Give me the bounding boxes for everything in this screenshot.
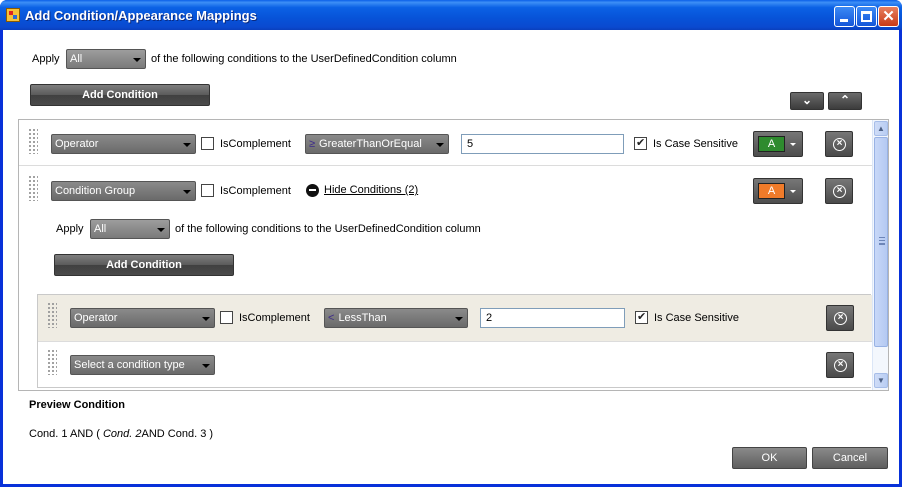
remove-condition-icon: × (834, 359, 847, 372)
appearance-swatch: A (758, 136, 785, 152)
dialog-body: Apply All of the following conditions to… (3, 30, 899, 484)
hide-conditions-link[interactable]: Hide Conditions (2) (324, 184, 418, 196)
is-complement-checkbox[interactable] (220, 311, 233, 324)
condition-type-value: Select a condition type (74, 359, 185, 371)
chevron-down-icon (202, 364, 210, 368)
condition-type-value: Operator (74, 312, 118, 324)
condition-type-dropdown[interactable]: Operator (70, 308, 215, 328)
vertical-scrollbar[interactable]: ▲ ▼ (872, 120, 888, 390)
preview-part-2: Cond. 2 (102, 428, 142, 440)
case-sensitive-label: Is Case Sensitive (653, 138, 738, 150)
operator-dropdown[interactable]: ≥ GreaterThanOrEqual (305, 134, 449, 154)
value-input-text: 2 (486, 312, 493, 324)
chevron-down-icon (202, 317, 210, 321)
remove-condition-button[interactable]: × (826, 352, 854, 378)
maximize-icon (861, 11, 872, 22)
dialog-window: Add Condition/Appearance Mappings ✕ Appl… (0, 0, 902, 487)
move-down-button[interactable]: ⌄ (790, 92, 824, 110)
minimize-icon (840, 19, 848, 22)
drag-handle-icon[interactable] (47, 349, 57, 375)
remove-condition-button[interactable]: × (825, 178, 853, 204)
scroll-down-button[interactable]: ▼ (874, 373, 888, 388)
group-apply-label: Apply (56, 223, 84, 235)
scroll-up-button[interactable]: ▲ (874, 121, 888, 136)
drag-handle-icon[interactable] (47, 302, 57, 328)
group-apply-mode-dropdown[interactable]: All (90, 219, 170, 239)
scrollbar-thumb[interactable] (874, 137, 888, 347)
appearance-picker-button[interactable]: A (753, 131, 803, 157)
nested-conditions-list: Operator IsComplement <LessThan 2 Is Cas… (37, 294, 872, 388)
preview-condition-heading: Preview Condition (29, 399, 125, 411)
operator-symbol: < (328, 312, 335, 324)
chevron-down-icon (157, 228, 165, 232)
group-add-condition-button[interactable]: Add Condition (54, 254, 234, 276)
condition-type-dropdown[interactable]: Condition Group (51, 181, 196, 201)
conditions-list[interactable]: Operator IsComplement ≥ GreaterThanOrEqua… (18, 119, 889, 391)
chevron-down-icon (455, 317, 463, 321)
remove-condition-button[interactable]: × (826, 305, 854, 331)
condition-type-value: Operator (55, 138, 99, 150)
row-divider (19, 165, 873, 166)
condition-type-dropdown[interactable]: Operator (51, 134, 196, 154)
chevron-down-icon (790, 190, 796, 193)
value-input[interactable]: 2 (480, 308, 625, 328)
apply-suffix-text: of the following conditions to the UserD… (151, 53, 457, 65)
nested-condition-row[interactable]: Operator IsComplement <LessThan 2 Is Cas… (38, 295, 872, 341)
appearance-picker-button[interactable]: A (753, 178, 803, 204)
apply-label: Apply (32, 53, 60, 65)
chevron-down-icon (183, 190, 191, 194)
value-input[interactable]: 5 (461, 134, 624, 154)
operator-symbol: ≥ (309, 138, 316, 150)
operator-value: GreaterThanOrEqual (319, 138, 422, 150)
thumb-grip-icon (879, 237, 885, 245)
preview-part-3: AND Cond. 3 ) (141, 428, 214, 440)
chevron-down-icon (183, 143, 191, 147)
collapse-icon[interactable] (306, 184, 319, 197)
value-input-text: 5 (467, 138, 474, 150)
group-apply-mode-value: All (94, 223, 107, 235)
chevron-down-icon (436, 143, 444, 147)
case-sensitive-checkbox[interactable] (634, 136, 647, 150)
is-complement-checkbox[interactable] (201, 184, 214, 197)
case-sensitive-label: Is Case Sensitive (654, 312, 739, 324)
move-up-button[interactable]: ⌃ (828, 92, 862, 110)
nested-condition-row[interactable]: Select a condition type × (38, 342, 872, 388)
is-complement-label: IsComplement (239, 312, 310, 324)
ok-button[interactable]: OK (732, 447, 807, 469)
condition-type-dropdown[interactable]: Select a condition type (70, 355, 215, 375)
remove-condition-button[interactable]: × (825, 131, 853, 157)
condition-type-value: Condition Group (55, 185, 136, 197)
is-complement-label: IsComplement (220, 185, 291, 197)
minimize-button[interactable] (834, 6, 855, 27)
title-bar[interactable]: Add Condition/Appearance Mappings ✕ (0, 0, 902, 30)
preview-part-1: Cond. 1 AND ( (29, 428, 100, 440)
cancel-button[interactable]: Cancel (812, 447, 888, 469)
maximize-button[interactable] (856, 6, 877, 27)
drag-handle-icon[interactable] (28, 175, 38, 201)
apply-mode-value: All (70, 53, 83, 65)
preview-condition-text: Cond. 1 AND ( Cond. 2AND Cond. 3 ) (29, 428, 213, 440)
chevron-down-icon (790, 143, 796, 146)
chevron-down-icon (133, 58, 141, 62)
window-title: Add Condition/Appearance Mappings (25, 8, 257, 23)
is-complement-checkbox[interactable] (201, 137, 214, 150)
add-condition-button[interactable]: Add Condition (30, 84, 210, 106)
operator-dropdown[interactable]: < LessThan (324, 308, 468, 328)
appearance-swatch: A (758, 183, 785, 199)
operator-value: LessThan (338, 312, 387, 324)
app-icon (6, 8, 20, 22)
case-sensitive-checkbox[interactable] (635, 310, 648, 324)
remove-condition-icon: × (833, 185, 846, 198)
group-apply-suffix-text: of the following conditions to the UserD… (175, 223, 481, 235)
apply-mode-dropdown[interactable]: All (66, 49, 146, 69)
remove-condition-icon: × (833, 138, 846, 151)
drag-handle-icon[interactable] (28, 128, 38, 154)
is-complement-label: IsComplement (220, 138, 291, 150)
remove-condition-icon: × (834, 312, 847, 325)
close-button[interactable]: ✕ (878, 6, 899, 27)
close-icon: ✕ (882, 8, 895, 25)
